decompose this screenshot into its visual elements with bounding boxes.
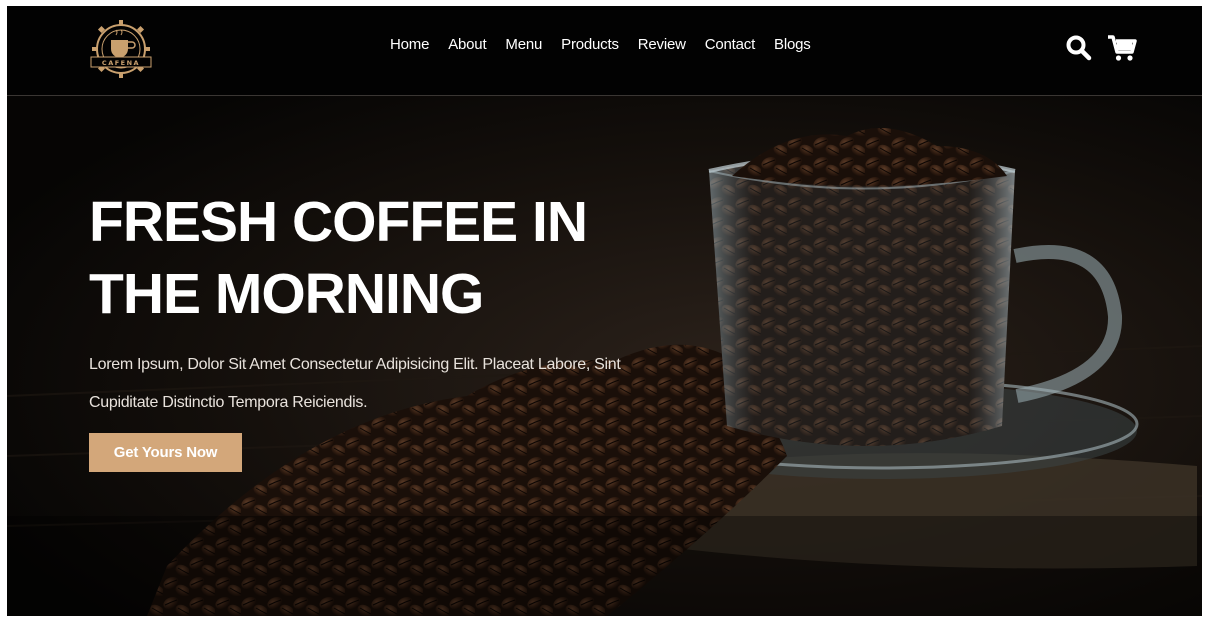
hero-subtext: Lorem Ipsum, Dolor Sit Amet Consectetur … [89, 356, 621, 411]
hero-headline-line2: THE MORNING [89, 262, 484, 326]
logo-text: CAFENA [102, 59, 140, 67]
hero-headline: FRESH COFFEE IN THE MORNING [89, 186, 588, 330]
nav-review[interactable]: Review [638, 36, 686, 53]
search-icon[interactable] [1065, 34, 1093, 62]
hero-headline-line1: FRESH COFFEE IN [89, 190, 588, 254]
nav-products[interactable]: Products [561, 36, 619, 53]
cafena-logo[interactable]: CAFENA [85, 13, 157, 85]
main-nav: Home About Menu Products Review Contact … [390, 36, 811, 53]
site-header: CAFENA Home About Menu Products Review C… [7, 6, 1202, 96]
hero-section: FRESH COFFEE IN THE MORNING Lorem Ipsum, … [7, 96, 1202, 616]
cart-icon[interactable] [1107, 34, 1137, 62]
get-yours-now-button[interactable]: Get Yours Now [89, 433, 242, 472]
page-frame: CAFENA Home About Menu Products Review C… [7, 6, 1202, 616]
nav-contact[interactable]: Contact [705, 36, 755, 53]
nav-menu[interactable]: Menu [505, 36, 542, 53]
nav-blogs[interactable]: Blogs [774, 36, 811, 53]
nav-home[interactable]: Home [390, 36, 429, 53]
nav-about[interactable]: About [448, 36, 486, 53]
